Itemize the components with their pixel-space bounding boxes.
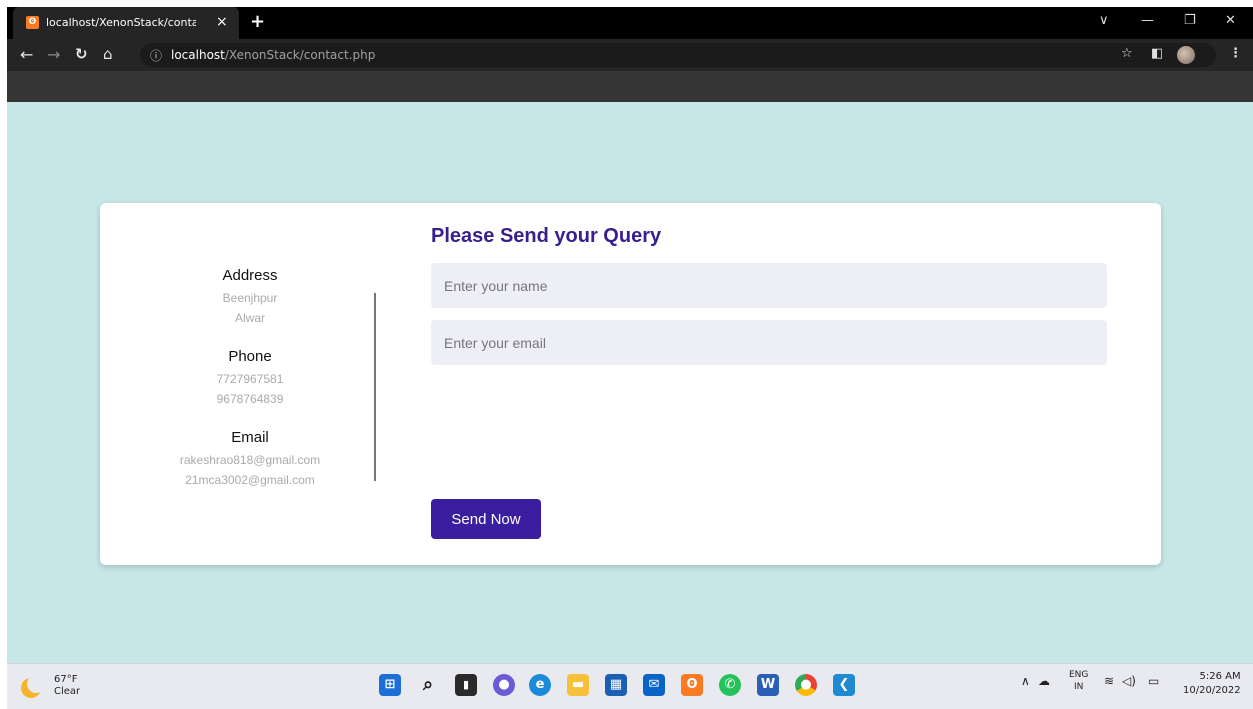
address-line: Beenjhpur (222, 291, 278, 305)
back-arrow-icon[interactable]: ← (20, 45, 33, 64)
weather-condition: Clear (54, 686, 81, 697)
xampp-favicon-icon: ʘ (26, 16, 39, 29)
email-block: Email rakeshrao818@gmail.com 21mca3002@g… (140, 429, 360, 490)
vscode-icon[interactable]: ❮ (833, 674, 855, 696)
mail-icon[interactable]: ✉ (643, 674, 665, 696)
vertical-divider (374, 293, 376, 481)
email-input[interactable] (431, 320, 1107, 365)
whatsapp-icon[interactable]: ✆ (719, 674, 741, 696)
address-block: Address Beenjhpur Alwar (140, 267, 360, 328)
temperature: 67°F (54, 674, 78, 685)
phone-number: 7727967581 (216, 372, 284, 386)
teams-chat-icon[interactable]: ● (493, 674, 515, 696)
site-info-icon[interactable]: ⓘ (150, 47, 162, 64)
minimize-button[interactable]: — (1141, 13, 1154, 28)
address-line: Alwar (234, 311, 265, 325)
chrome-icon[interactable]: ● (795, 674, 817, 696)
microsoft-store-icon[interactable]: ▦ (605, 674, 627, 696)
address-heading: Address (222, 267, 278, 284)
close-window-button[interactable]: ✕ (1225, 13, 1236, 28)
email-heading: Email (231, 429, 269, 446)
tab-search-chevron-icon[interactable]: ∨ (1099, 13, 1109, 28)
home-icon[interactable]: ⌂ (103, 45, 113, 63)
new-tab-button[interactable]: + (250, 11, 265, 32)
restore-button[interactable]: ❐ (1184, 13, 1196, 28)
forward-arrow-icon[interactable]: → (47, 45, 60, 64)
region-code: IN (1074, 682, 1084, 692)
browser-tab[interactable]: ʘ localhost/XenonStack/contact.ph × (13, 7, 239, 39)
url-path: /XenonStack/contact.php (224, 48, 376, 62)
bookmark-star-icon[interactable]: ☆ (1121, 46, 1133, 61)
file-explorer-icon[interactable]: ▬ (567, 674, 589, 696)
screen: ʘ localhost/XenonStack/contact.ph × + ∨ … (7, 7, 1253, 709)
address-bar[interactable]: ⓘ localhost/XenonStack/contact.php ⇪ (140, 43, 1216, 67)
tab-close-icon[interactable]: × (216, 14, 228, 30)
url-text: localhost/XenonStack/contact.php (171, 48, 375, 62)
phone-heading: Phone (228, 348, 272, 365)
search-icon[interactable]: ⌕ (417, 674, 439, 696)
show-hidden-icons-chevron-icon[interactable]: ∧ (1021, 674, 1030, 688)
clock-time: 5:26 AM (1199, 671, 1241, 682)
task-view-icon[interactable]: ▮ (455, 674, 477, 696)
volume-icon[interactable]: ◁) (1122, 674, 1136, 688)
language-code: ENG (1069, 670, 1089, 680)
bookmarks-bar (7, 71, 1253, 102)
system-clock[interactable]: 5:26 AM 10/20/2022 (1183, 670, 1241, 698)
moon-icon (21, 675, 45, 698)
windows-start-icon[interactable]: ⊞ (379, 674, 401, 696)
clock-date: 10/20/2022 (1183, 685, 1241, 696)
onedrive-cloud-icon[interactable]: ☁ (1038, 674, 1050, 688)
profile-avatar[interactable] (1177, 46, 1195, 64)
email-address: rakeshrao818@gmail.com (179, 453, 321, 467)
side-panel-icon[interactable]: ◧ (1151, 46, 1163, 61)
email-address: 21mca3002@gmail.com (185, 473, 315, 487)
windows-taskbar: 67°F Clear ⊞ ⌕ ▮ ● e ▬ ▦ ✉ ʘ ✆ W ● ❮ ∧ ☁… (7, 663, 1253, 709)
contact-info: Address Beenjhpur Alwar Phone 7727967581… (140, 267, 360, 510)
wifi-icon[interactable]: ≋ (1104, 674, 1114, 688)
url-host: localhost (171, 48, 225, 62)
form-title: Please Send your Query (431, 225, 662, 247)
battery-icon[interactable]: ▭ (1148, 674, 1159, 688)
contact-card: Address Beenjhpur Alwar Phone 7727967581… (100, 203, 1161, 565)
tab-title: localhost/XenonStack/contact.ph (46, 16, 196, 29)
browser-toolbar: ← → ↻ ⌂ ⓘ localhost/XenonStack/contact.p… (7, 39, 1253, 71)
name-input[interactable] (431, 263, 1107, 308)
language-indicator[interactable]: ENG IN (1069, 669, 1088, 693)
send-now-button[interactable]: Send Now (431, 499, 541, 539)
browser-tab-strip: ʘ localhost/XenonStack/contact.ph × + ∨ … (7, 7, 1253, 39)
phone-block: Phone 7727967581 9678764839 (140, 348, 360, 409)
word-icon[interactable]: W (757, 674, 779, 696)
menu-kebab-icon[interactable]: ⋮ (1229, 46, 1242, 61)
edge-browser-icon[interactable]: e (529, 674, 551, 696)
reload-icon[interactable]: ↻ (75, 45, 88, 63)
xampp-icon[interactable]: ʘ (681, 674, 703, 696)
phone-number: 9678764839 (216, 392, 284, 406)
